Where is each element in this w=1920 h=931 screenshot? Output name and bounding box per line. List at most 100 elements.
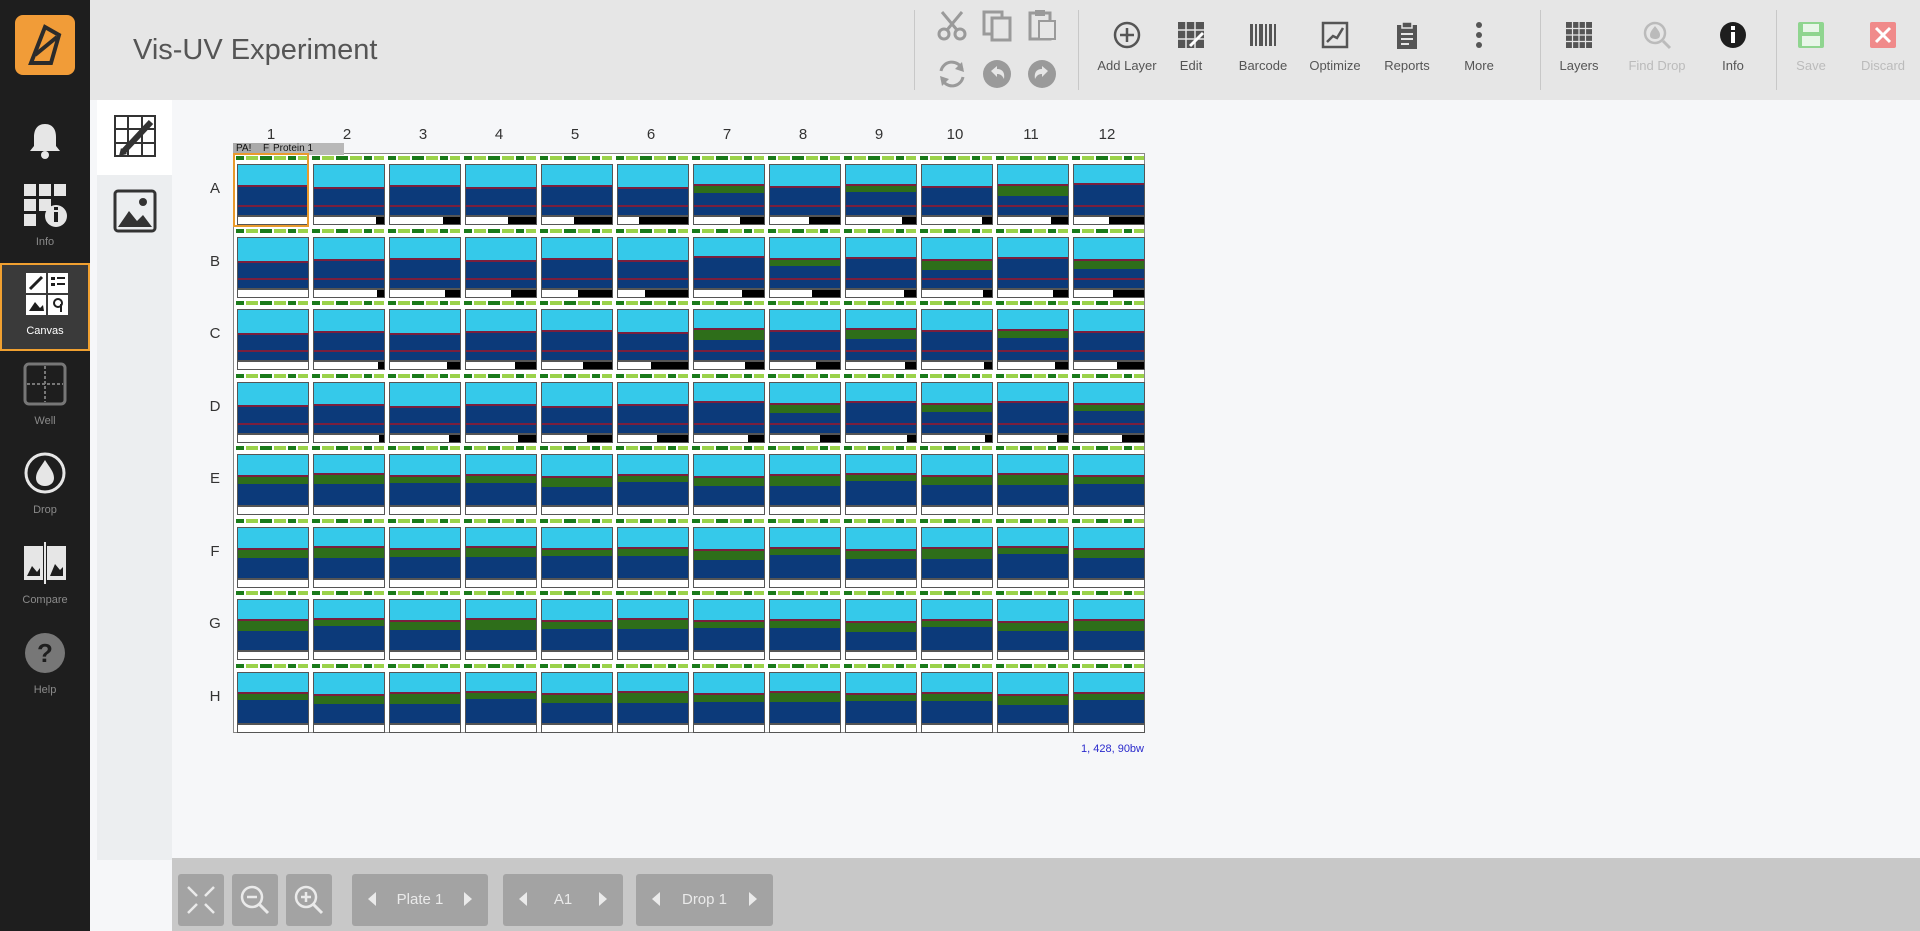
- plate-well[interactable]: [844, 156, 917, 225]
- save-button[interactable]: Save: [1778, 14, 1844, 86]
- plate-well[interactable]: [768, 446, 841, 515]
- discard-button[interactable]: Discard: [1850, 14, 1916, 86]
- plate-well[interactable]: [616, 663, 689, 733]
- plate-well[interactable]: [844, 446, 917, 515]
- nav-well[interactable]: Well: [0, 355, 90, 443]
- column-label[interactable]: 9: [841, 126, 917, 143]
- row-label[interactable]: A: [205, 180, 225, 197]
- column-label[interactable]: 3: [385, 126, 461, 143]
- plate-well[interactable]: [616, 228, 689, 298]
- undo-icon[interactable]: [980, 57, 1014, 91]
- plate-well[interactable]: [920, 446, 993, 515]
- zoom-out-button[interactable]: [232, 874, 278, 926]
- plate-well[interactable]: [388, 373, 461, 443]
- plate-well[interactable]: [388, 301, 461, 370]
- plate-well[interactable]: [312, 228, 385, 298]
- plate-well[interactable]: [996, 228, 1069, 298]
- row-label[interactable]: D: [205, 398, 225, 415]
- plate-well[interactable]: [844, 373, 917, 443]
- info-button[interactable]: Info: [1700, 14, 1766, 86]
- plate-well[interactable]: [464, 663, 537, 733]
- plate-well[interactable]: [616, 446, 689, 515]
- plate-well[interactable]: [768, 663, 841, 733]
- tab-image[interactable]: [97, 175, 172, 250]
- redo-icon[interactable]: [1025, 57, 1059, 91]
- plate-well[interactable]: [1072, 156, 1145, 225]
- plate-well[interactable]: [1072, 591, 1145, 660]
- plate-well[interactable]: [236, 228, 309, 298]
- column-label[interactable]: 1: [233, 126, 309, 143]
- plate-well[interactable]: [312, 591, 385, 660]
- plate-well[interactable]: [768, 518, 841, 588]
- plate-well[interactable]: [692, 663, 765, 733]
- plate-well[interactable]: [692, 446, 765, 515]
- plate-well[interactable]: [312, 446, 385, 515]
- row-label[interactable]: H: [205, 688, 225, 705]
- plate-well[interactable]: [464, 518, 537, 588]
- plate-well[interactable]: [388, 156, 461, 225]
- plate-well[interactable]: [1072, 518, 1145, 588]
- plate-well[interactable]: [464, 591, 537, 660]
- plate-well[interactable]: [1072, 446, 1145, 515]
- column-label[interactable]: 11: [993, 126, 1069, 143]
- plate-well[interactable]: [540, 446, 613, 515]
- plate-well[interactable]: [464, 446, 537, 515]
- row-label[interactable]: C: [205, 325, 225, 342]
- cut-icon[interactable]: [935, 8, 969, 42]
- drop-selector[interactable]: Drop 1: [636, 874, 773, 926]
- plate-well[interactable]: [540, 518, 613, 588]
- plate-well[interactable]: [540, 301, 613, 370]
- plate-well[interactable]: [768, 156, 841, 225]
- plate-selector[interactable]: Plate 1: [352, 874, 488, 926]
- column-label[interactable]: 6: [613, 126, 689, 143]
- plate-well[interactable]: [236, 446, 309, 515]
- barcode-button[interactable]: Barcode: [1230, 14, 1296, 86]
- plate-well[interactable]: [312, 663, 385, 733]
- plate-well[interactable]: [692, 591, 765, 660]
- plate-well[interactable]: [616, 591, 689, 660]
- plate-well[interactable]: [1072, 301, 1145, 370]
- plate-well[interactable]: [920, 373, 993, 443]
- nav-canvas[interactable]: Canvas: [0, 263, 90, 351]
- plate-well[interactable]: [844, 591, 917, 660]
- plate-well[interactable]: [692, 228, 765, 298]
- next-well-icon[interactable]: [599, 892, 607, 906]
- plate-well[interactable]: [920, 591, 993, 660]
- plate-well[interactable]: [920, 301, 993, 370]
- rotate-icon[interactable]: [935, 57, 969, 91]
- column-label[interactable]: 7: [689, 126, 765, 143]
- plate-well[interactable]: [1072, 373, 1145, 443]
- plate-well[interactable]: [540, 156, 613, 225]
- optimize-button[interactable]: Optimize: [1302, 14, 1368, 86]
- plate-well[interactable]: [312, 373, 385, 443]
- plate-well[interactable]: [692, 156, 765, 225]
- column-label[interactable]: 2: [309, 126, 385, 143]
- plate-well[interactable]: [388, 663, 461, 733]
- plate-well[interactable]: [844, 518, 917, 588]
- plate-well[interactable]: [768, 591, 841, 660]
- plate-well[interactable]: [920, 663, 993, 733]
- plate-well[interactable]: [1072, 228, 1145, 298]
- paste-icon[interactable]: [1025, 8, 1059, 42]
- more-button[interactable]: More: [1446, 14, 1512, 86]
- plate-well[interactable]: [996, 156, 1069, 225]
- plate-well[interactable]: [920, 518, 993, 588]
- column-label[interactable]: 4: [461, 126, 537, 143]
- plate-well[interactable]: [464, 156, 537, 225]
- plate-well[interactable]: [1072, 663, 1145, 733]
- plate-well[interactable]: [540, 663, 613, 733]
- plate-well[interactable]: [236, 518, 309, 588]
- nav-help[interactable]: ? Help: [0, 624, 90, 712]
- plate-well[interactable]: [464, 301, 537, 370]
- plate-well[interactable]: [692, 373, 765, 443]
- column-label[interactable]: 12: [1069, 126, 1145, 143]
- row-label[interactable]: E: [205, 470, 225, 487]
- plate-well[interactable]: [616, 156, 689, 225]
- plate-well[interactable]: [616, 518, 689, 588]
- plate-well[interactable]: [540, 228, 613, 298]
- plate-well[interactable]: [236, 591, 309, 660]
- plate-well[interactable]: [844, 301, 917, 370]
- plate-well[interactable]: [464, 228, 537, 298]
- plate-well[interactable]: [388, 518, 461, 588]
- plate-well[interactable]: [996, 518, 1069, 588]
